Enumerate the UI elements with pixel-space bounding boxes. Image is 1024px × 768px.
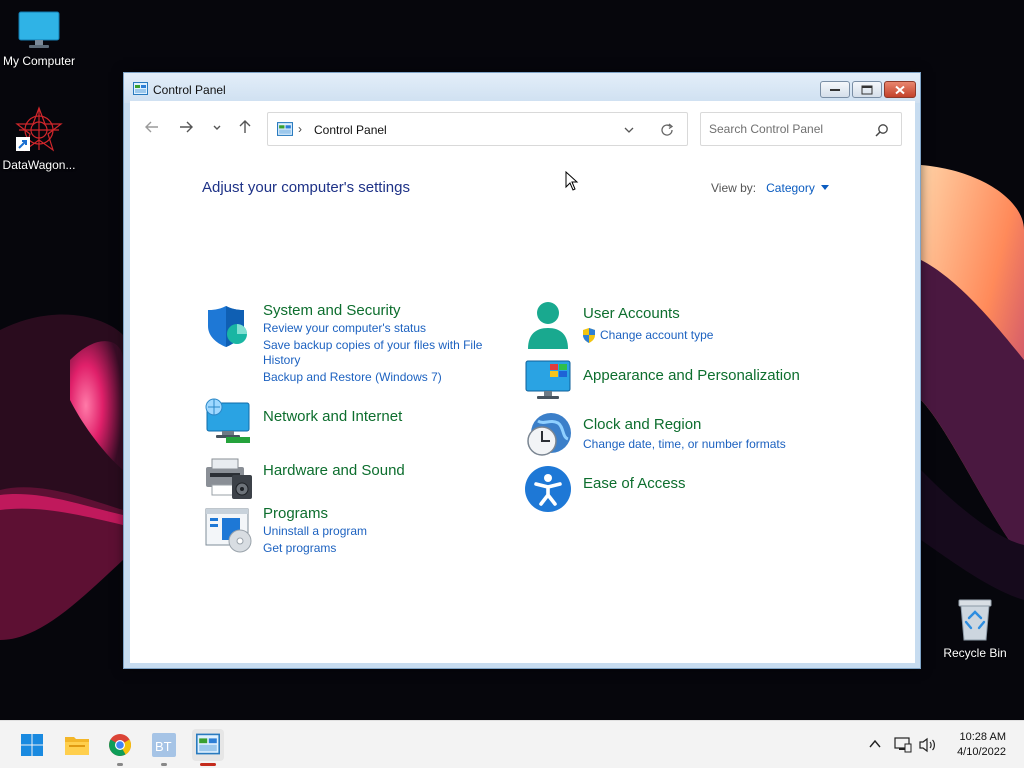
- category-title[interactable]: Ease of Access: [583, 475, 686, 492]
- close-icon: [895, 85, 905, 94]
- address-bar[interactable]: › Control Panel: [267, 112, 688, 146]
- breadcrumb-control-panel[interactable]: Control Panel: [314, 123, 387, 137]
- link-backup-restore[interactable]: Backup and Restore (Windows 7): [263, 370, 442, 385]
- chrome-icon: [109, 734, 131, 756]
- restore-icon: [861, 85, 873, 94]
- link-review-status[interactable]: Review your computer's status: [263, 321, 426, 336]
- active-indicator: [200, 763, 216, 766]
- start-icon: [21, 734, 43, 756]
- bt-app-icon: BT: [152, 733, 176, 757]
- refresh-icon[interactable]: [659, 122, 675, 138]
- network-icon[interactable]: [894, 737, 912, 753]
- chevron-down-icon: [213, 125, 221, 130]
- running-indicator: [161, 763, 167, 766]
- search-icon[interactable]: [875, 123, 889, 137]
- back-arrow-icon: [145, 121, 158, 133]
- up-button[interactable]: [235, 117, 255, 137]
- category-title[interactable]: Hardware and Sound: [263, 462, 405, 479]
- category-title[interactable]: User Accounts: [583, 305, 680, 322]
- clock-globe-icon: [527, 413, 571, 456]
- search-input[interactable]: [709, 122, 869, 136]
- view-by-dropdown[interactable]: Category: [766, 181, 815, 195]
- recycle-bin-icon: [958, 599, 992, 641]
- category-title[interactable]: Programs: [263, 505, 328, 522]
- system-clock[interactable]: 10:28 AM 4/10/2022: [957, 730, 1006, 760]
- control-panel-icon: [196, 733, 220, 755]
- volume-icon[interactable]: [918, 737, 938, 753]
- search-box[interactable]: [700, 112, 902, 146]
- link-change-date-formats[interactable]: Change date, time, or number formats: [583, 437, 786, 452]
- category-title[interactable]: Clock and Region: [583, 416, 701, 433]
- monitor-icon: [18, 11, 60, 48]
- forward-arrow-icon: [180, 121, 193, 133]
- desktop-icon-label: My Computer: [2, 54, 76, 68]
- display-personalization-icon: [525, 360, 571, 399]
- view-by: View by: Category: [711, 181, 829, 195]
- window-title: Control Panel: [153, 83, 226, 97]
- link-file-history[interactable]: Save backup copies of your files with Fi…: [263, 338, 493, 368]
- running-indicator: [117, 763, 123, 766]
- mouse-cursor-icon: [565, 171, 579, 191]
- control-panel-icon: [277, 122, 293, 136]
- address-dropdown-icon[interactable]: [623, 125, 635, 135]
- desktop-icon-recycle-bin[interactable]: Recycle Bin: [933, 596, 1017, 660]
- desktop-icon-label: Recycle Bin: [943, 646, 1007, 660]
- printer-speaker-icon: [206, 458, 252, 499]
- shield-icon: [208, 306, 247, 347]
- file-explorer-icon: [65, 737, 89, 755]
- category-title[interactable]: System and Security: [263, 302, 401, 319]
- svg-text:BT: BT: [155, 739, 172, 754]
- accessibility-icon: [525, 466, 571, 512]
- taskbar-file-explorer[interactable]: [60, 729, 92, 761]
- chevron-up-icon[interactable]: [868, 737, 882, 751]
- page-heading: Adjust your computer's settings: [202, 179, 410, 196]
- view-by-label: View by:: [711, 181, 757, 195]
- up-arrow-icon: [239, 120, 251, 133]
- forward-button[interactable]: [176, 117, 196, 137]
- uac-shield-icon: [583, 328, 595, 343]
- programs-icon: [205, 508, 252, 553]
- maximize-button[interactable]: [852, 81, 882, 98]
- link-get-programs[interactable]: Get programs: [263, 541, 336, 556]
- window-client-area: › Control Panel Adjust your computer's s…: [130, 101, 915, 663]
- start-button[interactable]: [16, 729, 48, 761]
- network-globe-icon: [205, 398, 250, 443]
- control-panel-icon: [133, 82, 148, 95]
- category-title[interactable]: Network and Internet: [263, 408, 402, 425]
- recent-locations-button[interactable]: [207, 117, 227, 137]
- breadcrumb-separator: ›: [298, 122, 302, 136]
- desktop-icon-my-computer[interactable]: My Computer: [0, 10, 81, 68]
- link-change-account-type[interactable]: Change account type: [600, 328, 713, 343]
- desktop-icon-datawagon[interactable]: DataWagon...: [0, 106, 81, 172]
- taskbar: BT 10:28 AM 4/10/2022: [0, 720, 1024, 768]
- minimize-icon: [830, 88, 840, 91]
- desktop-icon-label: DataWagon...: [2, 158, 76, 172]
- back-button[interactable]: [142, 117, 162, 137]
- clock-time: 10:28 AM: [959, 731, 1006, 743]
- control-panel-window: Control Panel › Control Panel Search Con…: [123, 72, 921, 669]
- taskbar-chrome[interactable]: [104, 729, 136, 766]
- taskbar-control-panel[interactable]: [192, 729, 224, 766]
- user-icon: [528, 302, 568, 349]
- close-button[interactable]: [884, 81, 916, 98]
- category-title[interactable]: Appearance and Personalization: [583, 367, 800, 384]
- taskbar-bt-app[interactable]: BT: [148, 729, 180, 766]
- minimize-button[interactable]: [820, 81, 850, 98]
- link-uninstall-program[interactable]: Uninstall a program: [263, 524, 367, 539]
- datawagon-shortcut-icon: [15, 106, 63, 152]
- caret-down-icon[interactable]: [820, 185, 829, 190]
- clock-date: 4/10/2022: [957, 746, 1006, 758]
- window-titlebar[interactable]: Control Panel: [124, 73, 920, 103]
